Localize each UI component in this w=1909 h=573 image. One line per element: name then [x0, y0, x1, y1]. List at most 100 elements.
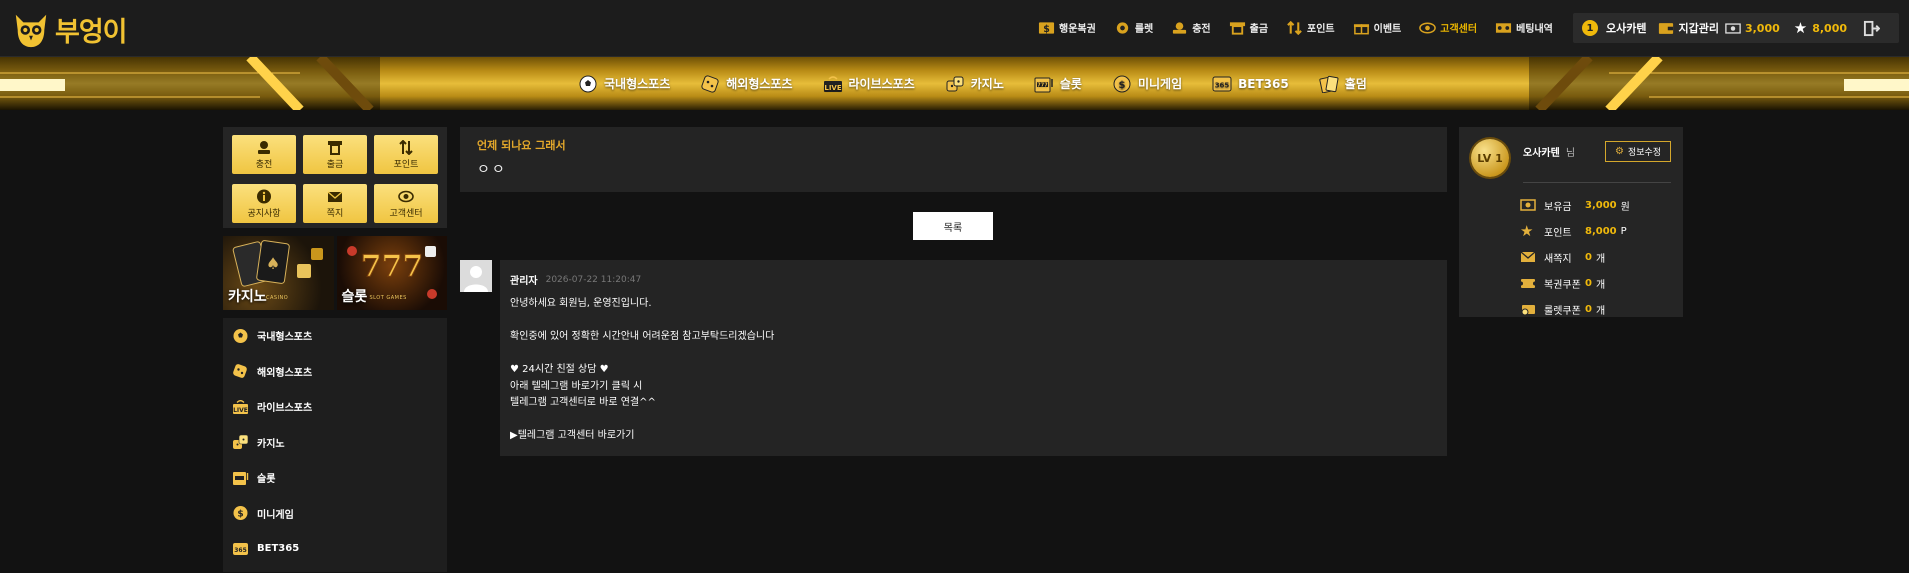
list-button[interactable]: 목록: [913, 212, 993, 240]
quick-deposit-label: 충전: [255, 159, 273, 170]
reply-line: ♥ 24시간 친절 상담 ♥: [510, 364, 609, 375]
stat-points-unit: P: [1620, 225, 1627, 237]
gamenav-holdem[interactable]: 홀덤: [1319, 75, 1367, 93]
sidemenu-slot[interactable]: 슬롯: [223, 460, 447, 496]
topnav-event[interactable]: 이벤트: [1353, 20, 1401, 35]
wallet-icon: [1659, 22, 1674, 34]
sidemenu-casino-label: 카지노: [257, 438, 285, 450]
topnav-roulette[interactable]: 룰렛: [1114, 20, 1153, 35]
coupon-icon: [1521, 305, 1535, 316]
topnav-lottery[interactable]: $ 행운복권: [1038, 20, 1096, 35]
stat-messages-unit: 개: [1595, 253, 1606, 265]
sidemenu-overseas-sports[interactable]: 해외형스포츠: [223, 354, 447, 390]
promo-banners: ♠ 카지노 CASINO 777 슬롯 SLOT GAMES: [223, 236, 447, 310]
slot-banner-title: 슬롯: [341, 289, 368, 305]
quick-menu: 충전 출금 포인트 공지사항 쪽지 고객센터: [223, 127, 447, 228]
quick-message-label: 쪽지: [326, 208, 344, 219]
telegram-link[interactable]: ▶텔레그램 고객센터 바로가기: [510, 428, 1437, 445]
live-icon: LIVE: [823, 75, 842, 92]
stat-messages[interactable]: 새쪽지 0 개: [1520, 244, 1671, 270]
sidemenu-bet365[interactable]: 365 BET365: [223, 531, 447, 567]
gift-icon: [1353, 23, 1369, 34]
gamenav-bet365[interactable]: 365 BET365: [1212, 75, 1289, 93]
topnav-customer-center[interactable]: 고객센터: [1419, 20, 1477, 35]
level-coin-icon: 1: [1582, 20, 1598, 36]
reply-header: 관리자 2026-07-22 11:20:47: [510, 272, 1437, 288]
gamenav-domestic-sports[interactable]: 국내형스포츠: [578, 75, 670, 93]
stat-money: 보유금 3,000 원: [1520, 192, 1671, 218]
quick-message-button[interactable]: 쪽지: [303, 184, 367, 223]
deposit-icon: [1173, 21, 1187, 34]
quick-deposit-button[interactable]: 충전: [232, 135, 296, 174]
quick-customer-center-label: 고객센터: [389, 208, 423, 219]
topnav-point[interactable]: 포인트: [1286, 20, 1335, 35]
star-icon: ★: [1793, 19, 1808, 37]
reply-date: 2026-07-22 11:20:47: [545, 274, 642, 285]
point-icon: [1287, 20, 1302, 35]
profile-name-wrap: 오사카텐 님: [1523, 144, 1575, 159]
sidemenu-casino[interactable]: 카지노: [223, 425, 447, 461]
reply-line: 안녕하세요 회원님, 운영진입니다.: [510, 298, 652, 309]
quick-customer-center-button[interactable]: 고객센터: [374, 184, 438, 223]
bet365-icon: 365: [1212, 76, 1232, 91]
gamenav-holdem-label: 홀덤: [1344, 77, 1367, 91]
star-icon: ★: [1520, 222, 1534, 240]
topnav-betting-history-label: 베팅내역: [1516, 24, 1553, 35]
gamenav-overseas-sports[interactable]: 해외형스포츠: [700, 74, 793, 93]
dice-icon: [701, 74, 719, 93]
slot-banner-sub: SLOT GAMES: [369, 295, 407, 301]
casino-banner[interactable]: ♠ 카지노 CASINO: [223, 236, 334, 310]
top-bar: 부엉이 $ 행운복권 룰렛 충전 출금 포인트 이벤트 고객센터 베팅내역 1 …: [0, 0, 1909, 57]
topnav-customer-center-label: 고객센터: [1440, 24, 1478, 35]
user-name[interactable]: 오사카텐: [1606, 20, 1646, 36]
slot-banner[interactable]: 777 슬롯 SLOT GAMES: [336, 236, 447, 310]
edit-profile-button[interactable]: ⚙ 정보수정: [1605, 141, 1671, 162]
top-nav: $ 행운복권 룰렛 충전 출금 포인트 이벤트 고객센터 베팅내역: [1038, 20, 1571, 35]
gamenav-slot[interactable]: 777 슬롯: [1034, 75, 1082, 93]
gamenav-live-sports-label: 라이브스포츠: [848, 77, 915, 91]
svg-text:$: $: [1043, 23, 1050, 34]
withdraw-icon: [328, 140, 342, 155]
wallet-manage-button[interactable]: 지갑관리: [1678, 20, 1718, 36]
sidemenu-domestic-sports[interactable]: 국내형스포츠: [223, 318, 447, 354]
stat-roulette-coupons[interactable]: 룰렛쿠폰 0 개: [1521, 296, 1671, 322]
owl-logo-icon: [15, 14, 47, 47]
dice-icon: [233, 364, 247, 379]
side-game-menu: 국내형스포츠 해외형스포츠 LIVE 라이브스포츠 카지노 슬롯 $ 미니게임 …: [223, 318, 447, 572]
topnav-deposit[interactable]: 충전: [1171, 20, 1211, 35]
quick-withdraw-button[interactable]: 출금: [303, 135, 367, 174]
sidemenu-slot-label: 슬롯: [257, 474, 276, 486]
stat-lottery-coupons[interactable]: 복권쿠폰 0 개: [1520, 270, 1671, 296]
topnav-betting-history[interactable]: 베팅내역: [1495, 20, 1553, 35]
logout-icon[interactable]: [1863, 20, 1881, 37]
svg-text:$: $: [237, 510, 243, 520]
reply-box: 관리자 2026-07-22 11:20:47 안녕하세요 회원님, 운영진입니…: [500, 260, 1447, 456]
casino-banner-sub: CASINO: [266, 295, 289, 301]
stat-messages-value: 0: [1585, 251, 1592, 263]
gamenav-live-sports[interactable]: LIVE 라이브스포츠: [823, 75, 915, 93]
post-title: 언제 되나요 그래서: [477, 139, 566, 152]
svg-text:777: 777: [360, 249, 423, 284]
profile-panel: LV 1 오사카텐 님 ⚙ 정보수정 보유금 3,000 원 ★ 포인트 8,00…: [1459, 127, 1683, 317]
sidemenu-minigame[interactable]: $ 미니게임: [223, 496, 447, 532]
lottery-icon: $: [1038, 21, 1055, 34]
roulette-icon: [1116, 21, 1128, 34]
quick-notice-button[interactable]: 공지사항: [232, 184, 296, 223]
stat-roulette-coupons-value: 0: [1585, 303, 1592, 315]
stat-lottery-coupons-value: 0: [1585, 277, 1592, 289]
user-money: 3,000: [1744, 21, 1780, 35]
svg-text:$: $: [1118, 80, 1125, 91]
topnav-roulette-label: 룰렛: [1134, 24, 1154, 35]
gamenav-casino[interactable]: 카지노: [945, 75, 1004, 93]
reply-author: 관리자: [510, 276, 538, 287]
reply-line: [510, 412, 1437, 429]
sidemenu-live-sports[interactable]: LIVE 라이브스포츠: [223, 389, 447, 425]
svg-text:LIVE: LIVE: [824, 84, 841, 92]
logo[interactable]: 부엉이: [12, 10, 128, 49]
quick-point-button[interactable]: 포인트: [374, 135, 438, 174]
default-avatar-icon: [464, 266, 488, 292]
topnav-withdraw[interactable]: 출금: [1229, 20, 1268, 35]
topnav-withdraw-label: 출금: [1249, 24, 1269, 35]
sidemenu-domestic-sports-label: 국내형스포츠: [257, 332, 313, 344]
gamenav-minigame[interactable]: $ 미니게임: [1112, 75, 1182, 93]
